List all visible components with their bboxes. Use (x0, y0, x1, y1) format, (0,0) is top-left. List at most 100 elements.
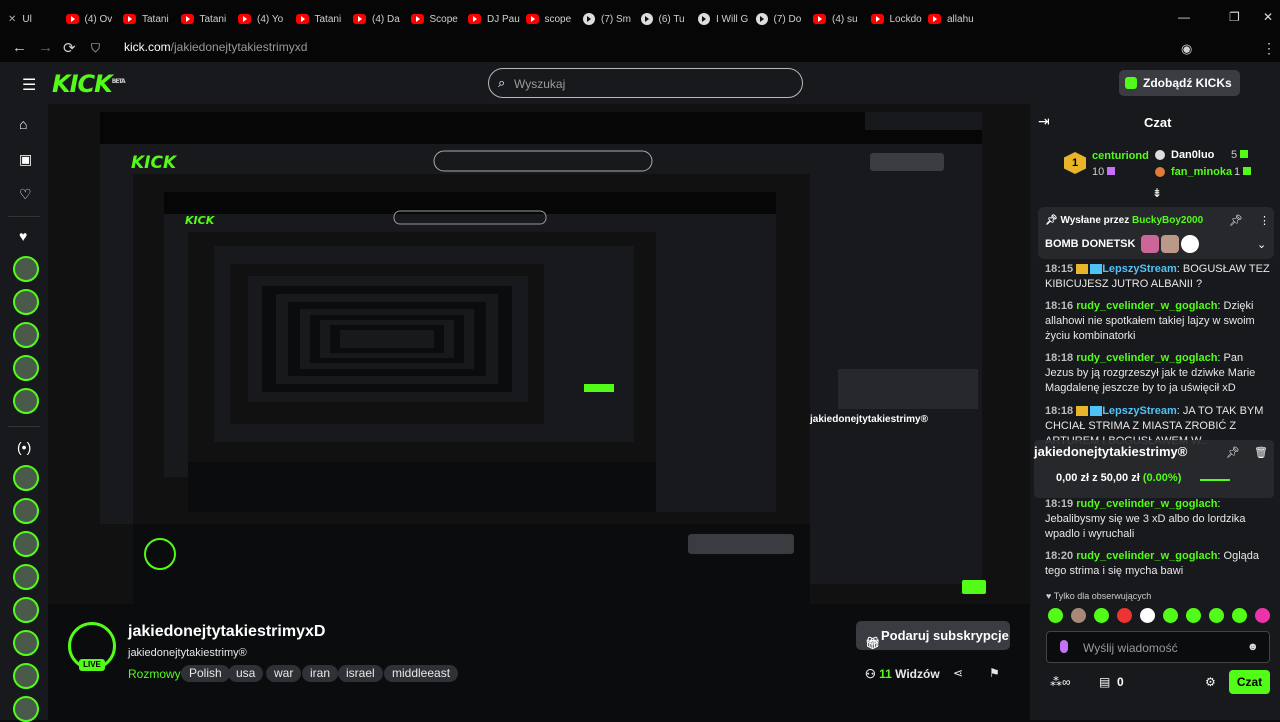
gift-rank-icon (1155, 167, 1165, 177)
minimize-icon[interactable]: — (1178, 10, 1190, 24)
emote-button[interactable] (1048, 608, 1063, 623)
followed-heart-icon: ♥ (19, 228, 28, 244)
recommended-channel-avatar[interactable] (13, 630, 39, 656)
tab-label: allahu (947, 13, 974, 25)
emote-button[interactable] (1163, 608, 1178, 623)
send-chat-button[interactable]: Czat (1229, 670, 1270, 694)
sub-goal-progress: 0,00 zł z 50,00 zł (0.00%) (1056, 472, 1182, 484)
settings-icon[interactable]: ⚙ (1205, 675, 1216, 689)
youtube-icon (928, 14, 941, 24)
emote (1140, 235, 1159, 253)
report-user-icon[interactable]: ⚑ (989, 666, 1000, 680)
back-icon[interactable]: ← (12, 39, 27, 56)
browser-tab[interactable]: (4) Da (353, 8, 407, 30)
menu-icon[interactable]: ⋮ (1262, 40, 1276, 57)
gamepad-icon[interactable]: ◉ (1181, 41, 1192, 57)
browser-tab[interactable]: Tatani (295, 8, 350, 30)
maximize-icon[interactable]: ❐ (1229, 10, 1240, 24)
followed-channel-avatar[interactable] (13, 289, 39, 315)
channel-name[interactable]: jakiedonejtytakiestrimyxD (128, 623, 325, 641)
browser-tab[interactable]: (6) Tu (640, 8, 695, 30)
connections-icon[interactable]: ⁂∞ (1050, 675, 1071, 689)
youtube-icon (468, 14, 481, 24)
pin-icon[interactable]: 📌︎ (1229, 214, 1243, 227)
emote-button[interactable] (1117, 608, 1132, 623)
browser-tab[interactable]: (7) Sm (583, 8, 637, 30)
live-broadcast-icon: (•) (17, 439, 32, 455)
browser-tab[interactable]: Tatani (123, 8, 177, 30)
emote-button[interactable] (1209, 608, 1224, 623)
search-input[interactable]: ⌕ Wyszukaj (488, 68, 803, 98)
tag[interactable]: usa (228, 665, 264, 682)
leaderboard-user[interactable]: Dan0luo (1171, 149, 1214, 161)
recommended-channel-avatar[interactable] (13, 465, 39, 491)
tab-label: (4) Da (372, 13, 400, 25)
home-icon[interactable]: ⌂ (19, 116, 27, 132)
pin-icon[interactable]: 📌︎ (1226, 446, 1240, 459)
browser-tab[interactable]: Scope (410, 8, 465, 30)
recommended-channel-avatar[interactable] (13, 531, 39, 557)
get-kicks-button[interactable]: Zdobądź KICKs (1119, 70, 1240, 96)
emote-button[interactable] (1255, 608, 1270, 623)
tag[interactable]: war (266, 665, 302, 682)
delete-icon[interactable]: 🗑︎ (1254, 446, 1268, 459)
tag[interactable]: middleeast (384, 665, 459, 682)
hamburger-menu-icon[interactable]: ☰ (22, 75, 36, 95)
url-field[interactable]: kick.com/jakiedonejtytakiestrimyxd (124, 40, 307, 54)
tag[interactable]: iran (302, 665, 339, 682)
expand-leaderboard-icon[interactable]: ⇟ (1152, 186, 1162, 200)
recommended-channel-avatar[interactable] (13, 498, 39, 524)
browser-tab[interactable]: (4) Yo (238, 8, 292, 30)
recommended-channel-avatar[interactable] (13, 663, 39, 689)
tab-label: DJ Pau (487, 13, 520, 25)
recommended-channel-avatar[interactable] (13, 597, 39, 623)
browser-tab[interactable]: (4) su (813, 8, 867, 30)
leaderboard-user[interactable]: centuriond (1092, 150, 1149, 162)
mic-icon[interactable] (1060, 640, 1068, 653)
browser-tab[interactable]: Lockdo (870, 8, 925, 30)
video-player[interactable]: KICK KICK jakiedonejtytakiestrimy® (48, 104, 1030, 604)
browser-tab[interactable]: scope (525, 8, 580, 30)
followed-channel-avatar[interactable] (13, 355, 39, 381)
kick-logo[interactable]: KICKBETA (52, 70, 126, 98)
category-link[interactable]: Rozmowy (128, 667, 181, 681)
gift-subscription-button[interactable]: 🎁︎ Podaruj subskrypcje (856, 621, 1010, 650)
more-options-icon[interactable]: ⋮ (1259, 214, 1270, 227)
chevron-down-icon[interactable]: ⌄ (1257, 238, 1266, 251)
browser-tab[interactable]: DJ Pau (468, 8, 522, 30)
close-icon[interactable]: ✕ (8, 14, 16, 25)
followed-channel-avatar[interactable] (13, 256, 39, 282)
recommended-channel-avatar[interactable] (13, 564, 39, 590)
viewers-icon: ⚇ (865, 667, 880, 681)
emote-button[interactable] (1071, 608, 1086, 623)
tab-label: Ul (22, 13, 32, 25)
leaderboard-user[interactable]: fan_minoka (1171, 166, 1232, 178)
browser-tab[interactable]: Tatani (180, 8, 235, 30)
emoji-icon[interactable]: ☻ (1247, 641, 1259, 653)
tag[interactable]: israel (338, 665, 383, 682)
recommended-channel-avatar[interactable] (13, 696, 39, 722)
collapse-chat-icon[interactable]: ⇥ (1038, 113, 1050, 130)
emote-button[interactable] (1140, 608, 1155, 623)
browse-icon[interactable]: ▣ (19, 151, 32, 168)
browser-tab[interactable]: I Will G (698, 8, 752, 30)
site-info-icon[interactable]: ⛉ (91, 41, 100, 56)
points-icon[interactable]: ▤ (1099, 675, 1110, 689)
emote (1180, 235, 1199, 253)
forward-icon[interactable]: → (38, 39, 53, 56)
tag[interactable]: Polish (181, 665, 230, 682)
leaderboard-count: 1 (1234, 166, 1252, 178)
close-window-icon[interactable]: ✕ (1263, 10, 1273, 24)
reload-icon[interactable]: ⟳ (63, 39, 76, 57)
browser-tab[interactable]: (4) Ov (65, 8, 120, 30)
browser-tab[interactable]: allahu (928, 8, 982, 30)
browser-tab[interactable]: ✕ Ul (8, 8, 62, 30)
share-icon[interactable]: ⋖ (953, 666, 963, 680)
following-icon[interactable]: ♡ (19, 186, 32, 203)
emote-button[interactable] (1186, 608, 1201, 623)
emote-button[interactable] (1094, 608, 1109, 623)
browser-tab[interactable]: (7) Do (755, 8, 810, 30)
followed-channel-avatar[interactable] (13, 322, 39, 348)
followed-channel-avatar[interactable] (13, 388, 39, 414)
emote-button[interactable] (1232, 608, 1247, 623)
